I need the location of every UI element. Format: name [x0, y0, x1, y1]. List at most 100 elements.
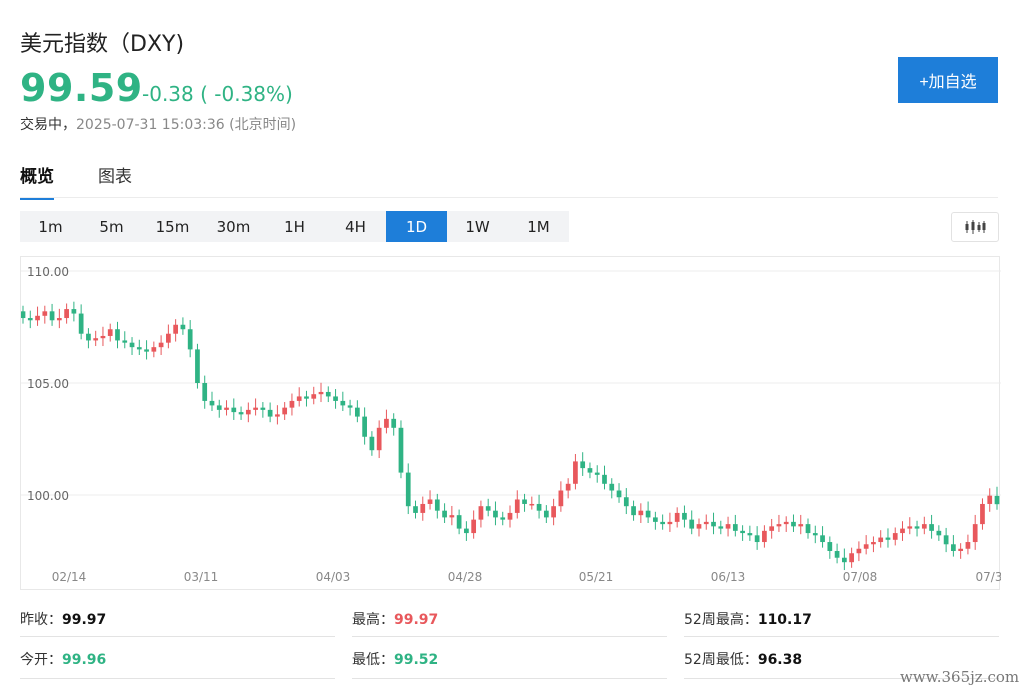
candle-body — [921, 524, 927, 529]
candle-body — [623, 497, 629, 507]
stat-label: 最高： — [352, 612, 394, 628]
period-selector: 1m 5m 15m 30m 1H 4H 1D 1W 1M — [20, 211, 569, 242]
candle-body — [35, 315, 40, 321]
candle-body — [725, 524, 731, 529]
chart-type-button[interactable] — [951, 212, 999, 242]
stat-open: 今开：99.96 — [20, 649, 106, 669]
period-5m[interactable]: 5m — [81, 211, 142, 242]
candle-body — [812, 533, 818, 536]
candle-body — [405, 472, 411, 507]
candle-body — [362, 416, 367, 437]
price-change: -0.38 ( -0.38%) — [142, 82, 293, 106]
period-30m[interactable]: 30m — [203, 211, 264, 242]
candle-body — [78, 313, 84, 334]
candle-body — [464, 528, 469, 534]
candle-body — [536, 503, 542, 511]
candle-body — [224, 407, 229, 410]
candle-body — [558, 490, 564, 507]
candle-body — [587, 468, 593, 473]
period-4h[interactable]: 4H — [325, 211, 386, 242]
candle-body — [602, 474, 607, 484]
candle-body — [289, 400, 295, 408]
candle-body — [754, 535, 760, 543]
candle-body — [311, 394, 317, 399]
candle-body — [471, 519, 477, 534]
candle-body — [209, 400, 215, 406]
candle-body — [500, 517, 506, 520]
candle-body — [282, 407, 288, 415]
candle-body — [144, 349, 149, 352]
period-1m[interactable]: 1m — [20, 211, 81, 242]
candle-body — [318, 391, 324, 395]
candle-body — [340, 400, 346, 406]
stat-label: 52周最高： — [684, 612, 758, 628]
candle-body — [740, 530, 745, 534]
candle-body — [304, 396, 309, 399]
candle-body — [93, 338, 99, 341]
candle-body — [507, 512, 513, 520]
candle-body — [129, 342, 135, 348]
candle-body — [820, 535, 825, 543]
tab-overview[interactable]: 概览 — [20, 162, 54, 200]
x-tick-label: 07/3 — [976, 570, 1001, 584]
candle-body — [42, 311, 48, 316]
candle-body — [420, 503, 426, 513]
candle-body — [885, 537, 891, 540]
period-1mo[interactable]: 1M — [508, 211, 569, 242]
timestamp: 2025-07-31 15:03:36 — [76, 117, 225, 133]
add-watchlist-button[interactable]: +加自选 — [898, 57, 998, 103]
period-1h[interactable]: 1H — [264, 211, 325, 242]
tab-chart[interactable]: 图表 — [98, 162, 132, 200]
candle-body — [427, 499, 433, 504]
x-tick-label: 04/28 — [448, 570, 483, 584]
candle-body — [696, 524, 702, 529]
candle-body — [703, 521, 709, 525]
candle-body — [347, 405, 353, 408]
candle-body — [747, 533, 753, 536]
stat-low: 最低：99.52 — [352, 649, 438, 669]
candle-body — [115, 329, 120, 341]
candle-body — [369, 436, 375, 451]
candle-body — [965, 542, 971, 549]
candle-body — [86, 333, 91, 341]
candle-body — [275, 414, 280, 417]
candle-body — [27, 318, 33, 321]
candle-body — [718, 526, 724, 529]
candle-body — [994, 495, 1000, 505]
candle-body — [987, 495, 993, 504]
period-1d[interactable]: 1D — [386, 211, 447, 242]
period-1w[interactable]: 1W — [447, 211, 508, 242]
candle-body — [449, 515, 455, 518]
candle-body — [834, 551, 840, 558]
candle-body — [827, 542, 833, 551]
candle-body — [434, 499, 440, 511]
candle-body — [863, 544, 869, 549]
stat-value: 110.17 — [757, 612, 812, 628]
candle-body — [187, 329, 193, 350]
candle-body — [565, 483, 571, 491]
candle-body — [64, 309, 69, 319]
current-price: 99.59 — [20, 66, 143, 110]
candle-body — [914, 526, 920, 529]
candle-body — [543, 510, 549, 518]
stat-value: 96.38 — [757, 652, 803, 668]
candle-body — [674, 512, 680, 522]
candle-body — [892, 533, 898, 540]
stat-prev-close: 昨收：99.97 — [20, 609, 106, 629]
y-tick-label: 110.00 — [27, 265, 69, 279]
candle-body — [202, 383, 208, 401]
candle-body — [456, 515, 462, 529]
candle-body — [376, 427, 382, 451]
candle-body — [100, 335, 106, 339]
candle-body — [849, 553, 854, 563]
price-chart[interactable]: 110.00 105.00 100.00 02/14 03/11 04/03 04/28 05… — [20, 256, 1001, 590]
candle-body — [238, 412, 244, 415]
candle-body — [907, 526, 913, 529]
candle-body — [871, 542, 876, 545]
candle-body — [107, 329, 113, 336]
candle-body — [638, 510, 644, 516]
candle-body — [667, 521, 673, 525]
period-15m[interactable]: 15m — [142, 211, 203, 242]
candle-body — [551, 506, 556, 518]
candle-body — [980, 503, 985, 525]
